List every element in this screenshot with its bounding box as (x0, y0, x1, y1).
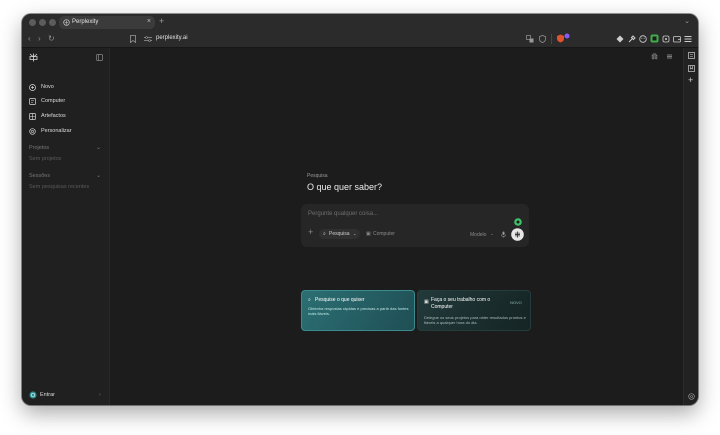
gear-icon (29, 128, 36, 135)
signin-label: Entrar (40, 392, 55, 398)
promo-search-title: Pesquise o que quiser (315, 297, 365, 303)
right-side-panel: + (683, 48, 698, 405)
browser-toolbar: ‹ › ↻ perplexity.ai (22, 31, 698, 48)
reload-icon[interactable]: ↻ (48, 34, 55, 43)
search-icon: ⌕ (323, 231, 326, 237)
computer-icon (29, 98, 36, 105)
new-badge: NOVO (510, 300, 522, 305)
tab-title: Perplexity (72, 19, 99, 25)
translate-icon[interactable] (526, 35, 534, 43)
search-mode-pill[interactable]: ⌕ Pesquisa ⌄ (319, 229, 360, 239)
avatar-icon (29, 391, 37, 399)
promo-computer-desc: Delegue os seus projetos para obter resu… (424, 315, 526, 325)
search-mode-chevron-down-icon: ⌄ (353, 231, 357, 236)
back-icon[interactable]: ‹ (28, 34, 31, 43)
signin-chevron-icon[interactable]: › (99, 392, 101, 398)
projects-heading: Projetos (29, 145, 50, 151)
close-window-button[interactable] (29, 19, 36, 26)
extension-diamond-icon[interactable] (616, 35, 624, 43)
add-panel-plus-icon[interactable]: + (688, 76, 693, 85)
collapse-sidebar-icon[interactable] (96, 54, 103, 61)
model-chevron-down-icon[interactable]: ⌄ (490, 231, 494, 237)
green-extension-icon[interactable] (650, 34, 659, 43)
new-tab-button[interactable]: + (159, 17, 164, 26)
site-settings-icon[interactable] (144, 36, 152, 42)
projects-empty-text: Sem projetos (29, 156, 62, 162)
puzzle-extension-icon[interactable] (662, 35, 670, 43)
tab-list-chevron-icon[interactable]: ⌄ (684, 17, 690, 25)
attach-plus-icon[interactable]: + (308, 228, 313, 237)
rewards-badge-icon (564, 33, 570, 39)
computer-mode-label: Computer (373, 231, 395, 237)
browser-window: Perplexity × + ⌄ ‹ › ↻ perplexity.ai Nov… (22, 14, 698, 405)
sidebar-item-label: Computer (41, 98, 66, 104)
tab-close-icon[interactable]: × (147, 18, 151, 25)
voice-mode-indicator-icon[interactable] (514, 218, 522, 226)
search-eyebrow: Pesquisa (307, 173, 328, 179)
promo-computer-icon: ▣ (424, 299, 429, 305)
reading-list-icon[interactable] (688, 52, 695, 59)
minimize-window-button[interactable] (39, 19, 46, 26)
projects-chevron-down-icon[interactable]: ⌄ (96, 144, 101, 151)
promo-search-desc: Obtenha respostas rápidas e precisas a p… (308, 306, 409, 316)
query-card: Pergunte qualquer coisa... + ⌕ Pesquisa … (301, 204, 529, 247)
sessions-heading: Sessões (29, 173, 51, 179)
promo-computer-title: Faça o seu trabalho com o Computer (431, 297, 491, 310)
model-selector[interactable]: Modelo (470, 232, 486, 238)
sidebar: Novo Computer Artefactos Personalizar Pr… (22, 48, 110, 405)
search-mode-label: Pesquisa (329, 231, 350, 237)
tab-perplexity[interactable]: Perplexity × (59, 16, 155, 29)
eyedropper-icon[interactable] (628, 35, 636, 43)
sidebar-item-label: Personalizar (41, 128, 72, 134)
query-input[interactable]: Pergunte qualquer coisa... (308, 211, 378, 217)
wallet-icon[interactable] (673, 35, 681, 43)
address-bar[interactable]: perplexity.ai (156, 35, 188, 41)
face-extension-icon[interactable] (639, 35, 647, 43)
panel-settings-gear-icon[interactable] (688, 393, 695, 400)
tab-bar: Perplexity × + ⌄ (22, 14, 698, 31)
zoom-window-button[interactable] (49, 19, 56, 26)
forward-icon[interactable]: › (38, 34, 41, 43)
options-icon[interactable] (666, 53, 673, 60)
computer-pill-icon: ▣ (366, 231, 371, 237)
voice-mode-button-icon[interactable] (511, 228, 524, 241)
page-title: O que quer saber? (307, 182, 383, 192)
promo-search-card[interactable]: ⌕ Pesquise o que quiser Obtenha resposta… (301, 290, 415, 331)
shield-icon[interactable] (539, 35, 546, 43)
menu-icon[interactable] (684, 35, 692, 43)
promo-search-icon: ⌕ (308, 297, 311, 303)
perplexity-logo-icon[interactable] (29, 53, 38, 62)
computer-mode-pill[interactable]: ▣ Computer (364, 229, 400, 239)
sidebar-item-label: Artefactos (41, 113, 66, 119)
main-content: Pesquisa O que quer saber? Pergunte qual… (110, 48, 683, 405)
perplexity-favicon-icon (63, 19, 70, 26)
bookmarks-panel-icon[interactable] (688, 65, 695, 72)
bookmark-icon[interactable] (130, 35, 136, 43)
sessions-chevron-down-icon[interactable]: ⌄ (96, 172, 101, 179)
toolbar-divider (551, 34, 552, 44)
sidebar-item-label: Novo (41, 84, 54, 90)
sessions-empty-text: Sem pesquisas recentes (29, 184, 90, 190)
promo-computer-card[interactable]: ▣ Faça o seu trabalho com o Computer NOV… (417, 290, 531, 331)
incognito-icon[interactable] (651, 53, 658, 60)
microphone-icon[interactable] (501, 231, 506, 238)
plus-circle-icon (29, 84, 36, 91)
artifacts-icon (29, 113, 36, 120)
